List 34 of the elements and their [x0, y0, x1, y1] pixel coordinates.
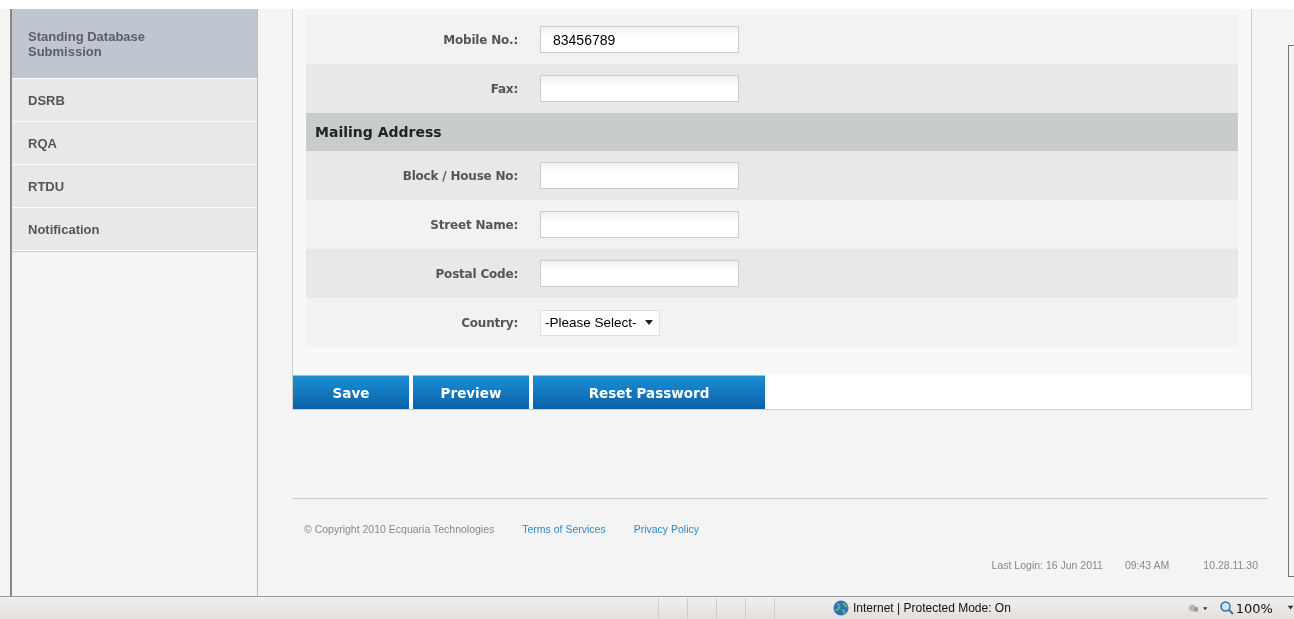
copyright-text: © Copyright 2010 Ecquaria Technologies	[304, 523, 495, 535]
input-field[interactable]	[540, 260, 739, 287]
section-header: Mailing Address	[306, 113, 1238, 151]
country-dropdown[interactable]: -Please Select-	[540, 309, 660, 336]
footer-link[interactable]: Privacy Policy	[633, 523, 700, 535]
field-label: Country:	[460, 315, 519, 330]
input-field[interactable]	[540, 75, 739, 102]
input-field[interactable]	[540, 211, 739, 238]
field-label: Postal Code:	[434, 266, 519, 281]
sidebar-item[interactable]: RTDU	[12, 165, 257, 208]
footer-link[interactable]: Terms of Services	[522, 523, 606, 535]
form-button[interactable]: Reset Password	[533, 375, 765, 409]
field-label: Block / House No:	[401, 168, 519, 183]
sidebar-item[interactable]: Standing Database Submission	[12, 9, 257, 79]
sidebar-item[interactable]: DSRB	[12, 79, 257, 122]
caret-icon	[644, 320, 653, 325]
sidebar-item[interactable]: RQA	[12, 122, 257, 165]
field-label: Mobile No.:	[442, 32, 519, 47]
zone-text: Internet | Protected Mode: On	[853, 601, 1011, 615]
scrollbar[interactable]	[1288, 45, 1294, 577]
magnifier-icon	[1219, 601, 1234, 615]
globe-icon	[833, 600, 849, 616]
field-label: Street Name:	[429, 217, 519, 232]
last-login-text: Last Login: 16 Jun 2011	[991, 559, 1103, 571]
field-label: Fax:	[489, 81, 519, 96]
input-field[interactable]	[540, 162, 739, 189]
form-button[interactable]: Save	[293, 375, 409, 409]
login-time: 09:43 AM	[1124, 559, 1170, 571]
zoom-control[interactable]: 100%	[1219, 600, 1273, 616]
caret-icon[interactable]	[1286, 605, 1294, 611]
sidebar-item[interactable]: Notification	[12, 208, 257, 251]
input-field[interactable]: 83456789	[540, 26, 739, 53]
ip-address: 10.28.11.30	[1203, 559, 1258, 571]
form-button[interactable]: Preview	[413, 375, 529, 409]
